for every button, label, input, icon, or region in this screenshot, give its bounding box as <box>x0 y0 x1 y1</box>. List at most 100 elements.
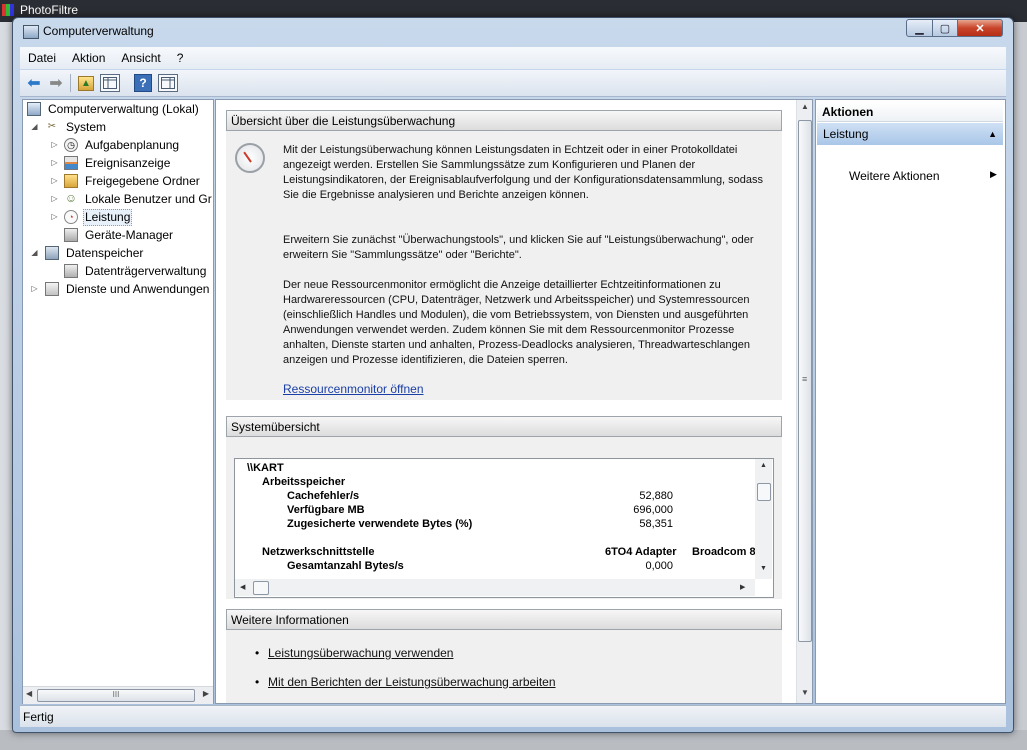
list-horizontal-thumb[interactable] <box>253 581 269 595</box>
tree-label: Datenträgerverwaltung <box>85 264 207 278</box>
computer-icon <box>27 102 41 116</box>
results-vertical-scrollbar[interactable]: ▲ ≡ ▼ <box>796 100 812 703</box>
computer-management-icon <box>23 25 39 39</box>
overview-section: Übersicht über die Leistungsüberwachung … <box>226 110 782 400</box>
tree-label: Leistung <box>83 209 133 226</box>
title-bar[interactable]: Computerverwaltung ▁ ▢ ✕ <box>13 18 1013 44</box>
toolbar-separator <box>70 74 71 92</box>
performance-monitor-icon <box>235 143 265 173</box>
actions-heading: Aktionen <box>817 102 1003 122</box>
tree-label: System <box>66 120 107 134</box>
scroll-down-arrow-icon[interactable]: ▼ <box>801 688 809 697</box>
performance-icon: ◔ <box>64 210 78 224</box>
back-arrow-icon[interactable]: ⬅ <box>24 73 44 93</box>
action-pane-glyph <box>161 77 175 89</box>
counter-label: Zugesicherte verwendete Bytes (%) <box>287 518 473 530</box>
tree-label: Lokale Benutzer und Gr <box>85 192 212 206</box>
tree-scroll-thumb[interactable]: III <box>37 689 195 702</box>
tree-item-ereignisanzeige[interactable]: ▷ Ereignisanzeige <box>25 154 213 172</box>
close-button[interactable]: ✕ <box>957 19 1003 37</box>
list-vertical-thumb[interactable] <box>757 483 771 501</box>
scroll-right-arrow-icon[interactable]: ▶ <box>740 583 745 591</box>
scroll-down-arrow-icon[interactable]: ▼ <box>760 565 767 572</box>
help-icon[interactable]: ? <box>134 74 152 92</box>
overview-heading: Übersicht über die Leistungsüberwachung <box>226 110 782 131</box>
show-console-tree-icon[interactable] <box>100 74 120 92</box>
tree-item-freigegebene-ordner[interactable]: ▷ Freigegebene Ordner <box>25 172 213 190</box>
action-weitere-aktionen[interactable]: Weitere Aktionen <box>849 169 940 183</box>
actions-pane: Aktionen Leistung ▲ Weitere Aktionen ▶ <box>815 99 1006 704</box>
actions-section-leistung[interactable]: Leistung ▲ <box>817 123 1003 145</box>
system-overview-heading: Systemübersicht <box>226 416 782 437</box>
collapse-up-arrow-icon[interactable]: ▲ <box>988 123 997 145</box>
machine-name: \\KART <box>247 462 284 474</box>
tree-item-leistung[interactable]: ▷ ◔ Leistung <box>25 208 213 226</box>
storage-icon <box>45 246 59 260</box>
results-scroll-thumb[interactable]: ≡ <box>798 120 812 642</box>
expand-arrow-icon[interactable]: ▷ <box>50 136 59 154</box>
disk-icon <box>64 264 78 278</box>
tree-item-system[interactable]: ◢ ✂ System <box>25 118 213 136</box>
overview-paragraph-1: Mit der Leistungsüberwachung können Leis… <box>283 144 764 201</box>
tree-item-datenspeicher[interactable]: ◢ Datenspeicher <box>25 244 213 262</box>
tools-icon: ✂ <box>47 121 57 132</box>
link-leistungsueberwachung-verwenden[interactable]: Leistungsüberwachung verwenden <box>268 646 453 660</box>
clock-icon: ◷ <box>64 138 78 152</box>
minimize-button[interactable]: ▁ <box>906 19 933 37</box>
menu-ansicht[interactable]: Ansicht <box>113 51 168 65</box>
expand-arrow-icon[interactable]: ▷ <box>50 208 59 226</box>
tree-item-geraete-manager[interactable]: Geräte-Manager <box>25 226 213 244</box>
up-folder-icon[interactable]: ▲ <box>78 76 94 91</box>
tree-label: Aufgabenplanung <box>85 138 180 152</box>
scroll-left-arrow-icon[interactable]: ◀ <box>26 689 32 698</box>
toolbar: ⬅ ➡ ▲ ? <box>20 70 1006 97</box>
menu-datei[interactable]: Datei <box>20 51 64 65</box>
system-overview-list[interactable]: \\KART Arbeitsspeicher Cachefehler/s 52,… <box>234 458 774 598</box>
tree-item-lokale-benutzer[interactable]: ▷ ☺ Lokale Benutzer und Gr <box>25 190 213 208</box>
expand-arrow-icon[interactable]: ▷ <box>50 190 59 208</box>
tree-horizontal-scrollbar[interactable]: ◀ III ▶ <box>23 686 213 704</box>
expand-arrow-icon[interactable]: ▷ <box>50 172 59 190</box>
list-horizontal-scrollbar[interactable]: ◀ ▶ <box>235 579 755 596</box>
scroll-right-arrow-icon[interactable]: ▶ <box>203 689 209 698</box>
menu-bar: Datei Aktion Ansicht ? <box>20 47 1006 69</box>
forward-arrow-icon[interactable]: ➡ <box>46 73 66 93</box>
collapse-arrow-icon[interactable]: ◢ <box>30 118 39 136</box>
menu-aktion[interactable]: Aktion <box>64 51 113 65</box>
scroll-up-arrow-icon[interactable]: ▲ <box>760 462 767 469</box>
group-arbeitsspeicher: Arbeitsspeicher <box>262 476 346 488</box>
group-netzwerkschnittstelle: Netzwerkschnittstelle <box>262 546 375 558</box>
tree-label: Dienste und Anwendungen <box>66 282 210 296</box>
tree-item-dienste-und-anwendungen[interactable]: ▷ Dienste und Anwendungen <box>25 280 213 298</box>
submenu-arrow-icon[interactable]: ▶ <box>990 169 997 180</box>
scroll-left-arrow-icon[interactable]: ◀ <box>240 583 245 591</box>
menu-help[interactable]: ? <box>169 51 192 65</box>
open-resource-monitor-link[interactable]: Ressourcenmonitor öffnen <box>283 382 424 396</box>
tree-label: Datenspeicher <box>66 246 144 260</box>
tree-label: Geräte-Manager <box>85 228 174 242</box>
scroll-grip-icon: ≡ <box>802 374 808 384</box>
more-info-section: Weitere Informationen • Leistungsüberwac… <box>226 609 782 703</box>
scroll-up-arrow-icon[interactable]: ▲ <box>801 102 809 111</box>
list-vertical-scrollbar[interactable]: ▲ ▼ <box>755 459 772 579</box>
tree-item-aufgabenplanung[interactable]: ▷ ◷ Aufgabenplanung <box>25 136 213 154</box>
bullet-dot: • <box>255 646 260 660</box>
tree-item-computerverwaltung[interactable]: Computerverwaltung (Lokal) <box>25 100 213 118</box>
counter-value: 696,000 <box>633 504 673 516</box>
tree-label: Computerverwaltung (Lokal) <box>48 102 199 116</box>
window-title: Computerverwaltung <box>43 24 154 38</box>
counter-label: Cachefehler/s <box>287 490 360 502</box>
results-pane: Übersicht über die Leistungsüberwachung … <box>215 99 813 704</box>
background-window-edge-bottom <box>0 730 1027 750</box>
tree-label: Freigegebene Ordner <box>85 174 200 188</box>
expand-arrow-icon[interactable]: ▷ <box>30 280 39 298</box>
column-6to4-adapter: 6TO4 Adapter <box>605 546 677 558</box>
tree-item-datentraegerverwaltung[interactable]: Datenträgerverwaltung <box>25 262 213 280</box>
link-berichte-arbeiten[interactable]: Mit den Berichten der Leistungsüberwachu… <box>268 675 556 689</box>
column-broadcom: Broadcom 8 <box>692 546 756 558</box>
show-action-pane-icon[interactable] <box>158 74 178 92</box>
maximize-button[interactable]: ▢ <box>932 19 958 37</box>
collapse-arrow-icon[interactable]: ◢ <box>30 244 39 262</box>
expand-arrow-icon[interactable]: ▷ <box>50 154 59 172</box>
status-bar: Fertig <box>20 705 1006 727</box>
